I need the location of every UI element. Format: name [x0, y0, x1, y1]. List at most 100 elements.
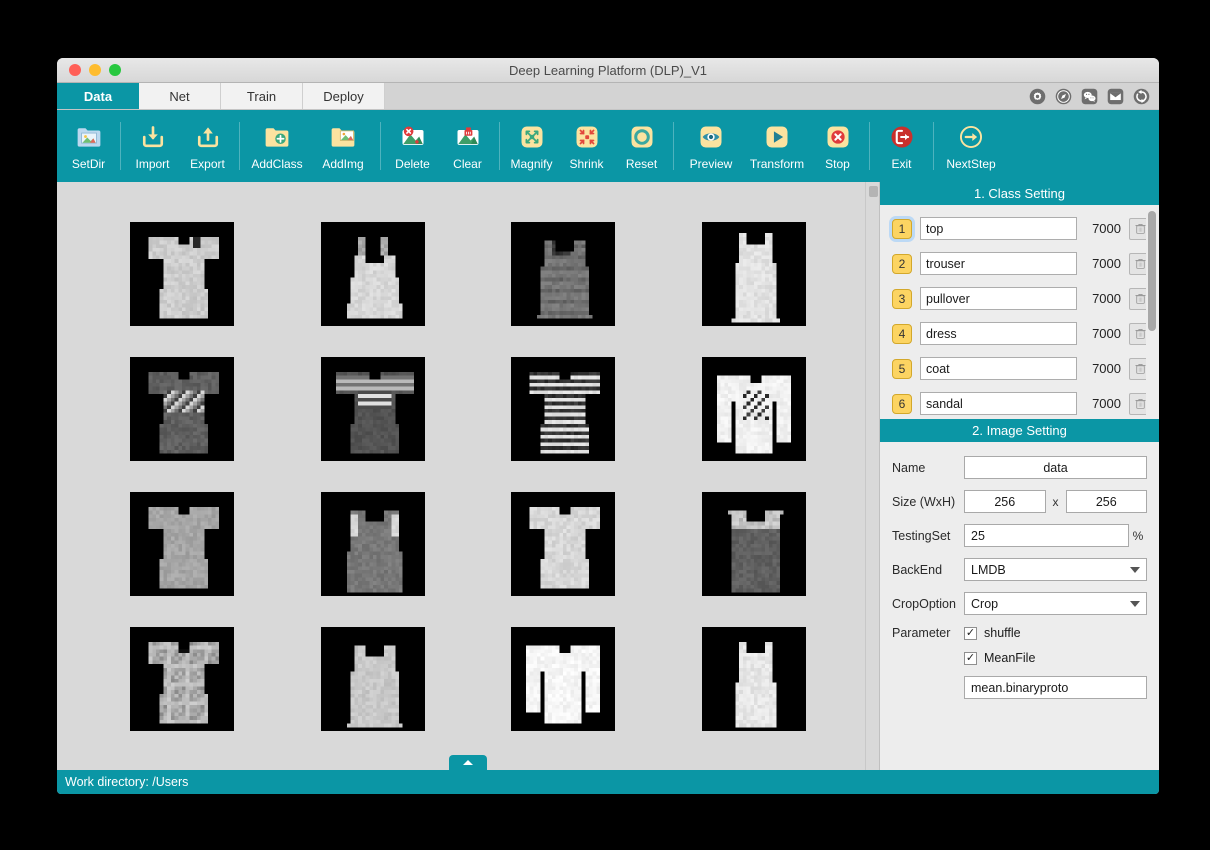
app-window: Deep Learning Platform (DLP)_V1 Data Net… [57, 58, 1159, 794]
class-index-badge[interactable]: 6 [892, 394, 912, 414]
toolbar-button-delete[interactable]: Delete [385, 122, 440, 171]
testingset-input[interactable]: 25 [964, 524, 1129, 547]
class-count-label: 7000 [1085, 361, 1121, 376]
class-list-scrollbar[interactable] [1146, 207, 1158, 417]
thumbnail-cell[interactable] [130, 357, 234, 461]
toolbar-button-nextstep[interactable]: NextStep [938, 122, 1004, 171]
thumbnail-cell[interactable] [321, 627, 425, 731]
garment-thumbnail[interactable] [702, 627, 806, 731]
thumbnail-cell[interactable] [511, 627, 615, 731]
thumbnail-cell[interactable] [130, 222, 234, 326]
class-index-badge[interactable]: 1 [892, 219, 912, 239]
toolbar-button-clear[interactable]: Clear [440, 122, 495, 171]
class-count-label: 7000 [1085, 256, 1121, 271]
chevron-down-icon [1130, 567, 1140, 573]
gallery-scrollbar-thumb[interactable] [869, 186, 878, 197]
class-name-input[interactable]: sandal [920, 392, 1077, 415]
meanfile-checkbox-group[interactable]: ✓ MeanFile [964, 651, 1035, 665]
class-name-input[interactable]: dress [920, 322, 1077, 345]
garment-thumbnail[interactable] [511, 357, 615, 461]
thumbnail-cell[interactable] [702, 627, 806, 731]
shuffle-checkbox[interactable]: ✓ [964, 627, 977, 640]
gallery-scrollbar[interactable] [865, 182, 879, 770]
garment-thumbnail[interactable] [511, 222, 615, 326]
name-input[interactable]: data [964, 456, 1147, 479]
toolbar-label: Clear [453, 157, 482, 171]
size-field-row: Size (WxH) 256 x 256 [892, 490, 1147, 513]
size-width-input[interactable]: 256 [964, 490, 1046, 513]
class-index-badge[interactable]: 2 [892, 254, 912, 274]
toolbar-button-shrink[interactable]: Shrink [559, 122, 614, 171]
size-height-input[interactable]: 256 [1066, 490, 1148, 513]
cropoption-select[interactable]: Crop [964, 592, 1147, 615]
tab-data[interactable]: Data [57, 83, 139, 109]
thumbnail-cell[interactable] [130, 627, 234, 731]
collapse-panel-toggle[interactable] [449, 755, 487, 770]
thumbnail-cell[interactable] [321, 357, 425, 461]
garment-thumbnail[interactable] [702, 492, 806, 596]
class-index-badge[interactable]: 5 [892, 359, 912, 379]
tab-train[interactable]: Train [221, 83, 303, 109]
toolbar-button-setdir[interactable]: SetDir [61, 122, 116, 171]
toolbar-button-transform[interactable]: Transform [744, 122, 810, 171]
tab-net[interactable]: Net [139, 83, 221, 109]
garment-thumbnail[interactable] [321, 222, 425, 326]
wechat-icon[interactable] [1080, 87, 1099, 106]
toolbar-button-export[interactable]: Export [180, 122, 235, 171]
thumbnail-cell[interactable] [130, 492, 234, 596]
toolbar-label: Delete [395, 157, 430, 171]
thumbnail-cell[interactable] [321, 492, 425, 596]
toolbar-button-import[interactable]: Import [125, 122, 180, 171]
class-name-input[interactable]: top [920, 217, 1077, 240]
class-name-input[interactable]: trouser [920, 252, 1077, 275]
backend-field-row: BackEnd LMDB [892, 558, 1147, 581]
tab-bar: Data Net Train Deploy [57, 83, 1159, 110]
garment-thumbnail[interactable] [511, 627, 615, 731]
backend-select[interactable]: LMDB [964, 558, 1147, 581]
garment-thumbnail[interactable] [130, 627, 234, 731]
thumbnail-cell[interactable] [702, 222, 806, 326]
toolbar-button-preview[interactable]: Preview [678, 122, 744, 171]
garment-thumbnail[interactable] [321, 627, 425, 731]
mail-icon[interactable] [1106, 87, 1125, 106]
garment-thumbnail[interactable] [321, 492, 425, 596]
refresh-icon[interactable] [1132, 87, 1151, 106]
class-name-input[interactable]: coat [920, 357, 1077, 380]
garment-thumbnail[interactable] [702, 357, 806, 461]
tab-deploy[interactable]: Deploy [303, 83, 385, 109]
toolbar-separator [869, 122, 870, 170]
garment-thumbnail[interactable] [130, 222, 234, 326]
thumbnail-cell[interactable] [702, 492, 806, 596]
title-bar: Deep Learning Platform (DLP)_V1 [57, 58, 1159, 83]
compass-icon[interactable] [1054, 87, 1073, 106]
garment-thumbnail[interactable] [321, 357, 425, 461]
thumbnail-cell[interactable] [511, 357, 615, 461]
thumbnail-cell[interactable] [321, 222, 425, 326]
meanfile-path-row: mean.binaryproto [964, 676, 1147, 699]
garment-thumbnail[interactable] [511, 492, 615, 596]
class-index-badge[interactable]: 4 [892, 324, 912, 344]
shuffle-checkbox-group[interactable]: ✓ shuffle [964, 626, 1021, 640]
image-gallery-panel [57, 182, 879, 770]
thumbnail-cell[interactable] [511, 222, 615, 326]
toolbar-button-exit[interactable]: Exit [874, 122, 929, 171]
class-list-scrollbar-thumb[interactable] [1148, 211, 1156, 331]
class-setting-header: 1. Class Setting [880, 182, 1159, 205]
backend-label: BackEnd [892, 563, 964, 577]
thumbnail-cell[interactable] [511, 492, 615, 596]
meanfile-checkbox[interactable]: ✓ [964, 652, 977, 665]
gear-icon[interactable] [1028, 87, 1047, 106]
toolbar-button-addimg[interactable]: AddImg [310, 122, 376, 171]
garment-thumbnail[interactable] [702, 222, 806, 326]
toolbar-button-addclass[interactable]: AddClass [244, 122, 310, 171]
toolbar-button-magnify[interactable]: Magnify [504, 122, 559, 171]
garment-thumbnail[interactable] [130, 492, 234, 596]
toolbar-button-reset[interactable]: Reset [614, 122, 669, 171]
meanfile-input[interactable]: mean.binaryproto [964, 676, 1147, 699]
toolbar-button-stop[interactable]: Stop [810, 122, 865, 171]
system-icon-tray [1028, 83, 1151, 109]
thumbnail-cell[interactable] [702, 357, 806, 461]
class-index-badge[interactable]: 3 [892, 289, 912, 309]
class-name-input[interactable]: pullover [920, 287, 1077, 310]
garment-thumbnail[interactable] [130, 357, 234, 461]
